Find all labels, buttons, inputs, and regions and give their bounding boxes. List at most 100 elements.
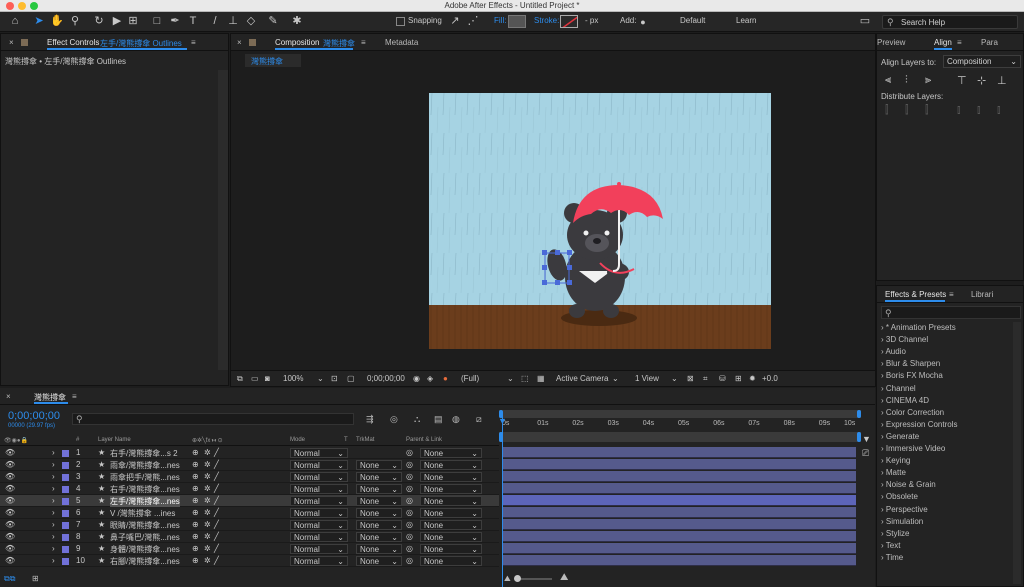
expand-chevron-icon[interactable]: › — [52, 448, 55, 457]
zoom-slider[interactable] — [514, 575, 552, 582]
current-time-indicator[interactable] — [502, 414, 503, 587]
region-of-interest-icon[interactable]: ⬚ — [521, 374, 529, 383]
work-area-bar[interactable] — [499, 410, 861, 418]
effects-category-item[interactable]: › Obsolete — [881, 492, 918, 501]
align-horizontal-center-icon[interactable]: ⫶ — [905, 74, 908, 87]
graph-editor-icon[interactable]: ⧄ — [476, 414, 482, 425]
collapse-switch-icon[interactable]: ✲ — [204, 520, 211, 529]
eye-icon[interactable]: 👁 — [5, 496, 15, 505]
effects-category-item[interactable]: › Time — [881, 553, 903, 562]
layer-row[interactable]: 👁 › 6 ★ V /灣熊撐傘 ...ines ⊕ ✲ ╱ Normal ⌄ None ⌄ ◎ None ⌄ — [0, 507, 499, 519]
collapse-switch-icon[interactable]: ✲ — [204, 544, 211, 553]
workspace-default[interactable]: Default — [680, 16, 705, 25]
toggle-modes-icon[interactable]: ⊞ — [32, 574, 39, 583]
type-tool-icon[interactable]: T — [186, 14, 200, 28]
motion-blur-icon[interactable]: ◍ — [452, 414, 460, 425]
layer-label-color[interactable] — [62, 546, 69, 553]
layer-row[interactable]: 👁 › 1 ★ 右手/灣熊撐傘...s 2 ⊕ ✲ ╱ Normal ⌄ ◎ None ⌄ — [0, 447, 499, 459]
layer-duration-bar[interactable] — [502, 447, 856, 458]
layer-name[interactable]: 雨傘把手/灣熊...nes — [110, 472, 180, 483]
panel-menu-icon[interactable]: ≡ — [191, 38, 196, 47]
layer-name[interactable]: 雨傘/灣熊撐傘...nes — [110, 460, 180, 471]
layer-duration-bar[interactable] — [502, 471, 856, 482]
shy-switch-icon[interactable]: ⊕ — [192, 484, 199, 493]
layer-label-color[interactable] — [62, 498, 69, 505]
quality-switch-icon[interactable]: ╱ — [214, 484, 219, 493]
layer-row[interactable]: 👁 › 10 ★ 右腳/灣熊撐傘...nes ⊕ ✲ ╱ Normal ⌄ None ⌄ ◎ None ⌄ — [0, 555, 499, 567]
monitor-icon[interactable]: ▭ — [251, 374, 259, 383]
layer-row[interactable]: 👁 › 7 ★ 眼睛/灣熊撐傘...nes ⊕ ✲ ╱ Normal ⌄ None ⌄ ◎ None ⌄ — [0, 519, 499, 531]
shy-switch-icon[interactable]: ⊕ — [192, 460, 199, 469]
eye-icon[interactable]: 👁 — [5, 556, 15, 565]
selection-tool-icon[interactable]: ➤ — [32, 14, 46, 28]
shy-switch-icon[interactable]: ⊕ — [192, 508, 199, 517]
shy-switch-icon[interactable]: ⊕ — [192, 448, 199, 457]
magnification-value[interactable]: 100% — [283, 374, 303, 383]
comp-marker-icon[interactable]: ▼ — [862, 434, 871, 444]
add-menu-icon[interactable]: ● — [636, 15, 650, 29]
layer-duration-bar[interactable] — [502, 507, 856, 518]
effects-category-item[interactable]: › Immersive Video — [881, 444, 945, 453]
layer-label-color[interactable] — [62, 534, 69, 541]
pen-tool-icon[interactable]: ✒ — [168, 14, 182, 28]
navigator-end-handle[interactable] — [857, 432, 861, 442]
effects-category-item[interactable]: › 3D Channel — [881, 335, 928, 344]
collapse-switch-icon[interactable]: ✲ — [204, 460, 211, 469]
eye-icon[interactable]: 👁 — [5, 532, 15, 541]
layer-label-color[interactable] — [62, 474, 69, 481]
expand-chevron-icon[interactable]: › — [52, 532, 55, 541]
zoom-slider-thumb[interactable] — [514, 575, 521, 582]
distribute-left-icon[interactable]: ⫾ — [957, 104, 961, 117]
expand-chevron-icon[interactable]: › — [52, 544, 55, 553]
playhead-icon[interactable]: ▼ — [498, 416, 507, 426]
eraser-tool-icon[interactable]: ◇ — [244, 14, 258, 28]
zoom-in-icon[interactable]: ⛰ — [560, 572, 568, 583]
parent-dropdown[interactable]: None ⌄ — [420, 448, 482, 458]
camera-view-value[interactable]: Active Camera — [556, 374, 608, 383]
close-tab-icon[interactable]: × — [6, 392, 11, 401]
trkmat-dropdown[interactable]: None ⌄ — [356, 520, 402, 530]
eye-icon[interactable]: 👁 — [5, 520, 15, 529]
align-bottom-icon[interactable]: ⊥ — [997, 74, 1007, 87]
effects-category-item[interactable]: › Stylize — [881, 529, 909, 538]
layer-row[interactable]: 👁 › 5 ★ 左手/灣熊撐傘...nes ⊕ ✲ ╱ Normal ⌄ None ⌄ ◎ None ⌄ — [0, 495, 499, 507]
grid-icon[interactable]: ⊡ — [331, 374, 338, 383]
mode-dropdown[interactable]: Normal ⌄ — [290, 472, 348, 482]
snap-options-icon[interactable]: ↗ — [448, 14, 462, 28]
align-right-icon[interactable]: ⫸ — [925, 74, 931, 87]
panel-menu-icon[interactable]: ≡ — [949, 290, 954, 299]
stroke-width-value[interactable]: - px — [585, 16, 598, 25]
mode-dropdown[interactable]: Normal ⌄ — [290, 484, 348, 494]
frame-blending-icon[interactable]: ▤ — [434, 414, 443, 425]
hand-tool-icon[interactable]: ✋ — [50, 14, 64, 28]
effects-category-item[interactable]: › Matte — [881, 468, 906, 477]
tab-effect-controls[interactable]: Effect Controls — [47, 38, 99, 47]
snap-edges-icon[interactable]: ⋰ — [466, 14, 480, 28]
home-icon[interactable]: ⌂ — [8, 14, 22, 28]
layer-label-color[interactable] — [62, 486, 69, 493]
effects-search-input[interactable]: ⚲ — [881, 306, 1021, 319]
brush-tool-icon[interactable]: / — [208, 14, 222, 28]
expand-chevron-icon[interactable]: › — [52, 460, 55, 469]
expand-chevron-icon[interactable]: › — [52, 484, 55, 493]
camera-tool-icon[interactable]: ▶ — [110, 14, 124, 28]
eye-icon[interactable]: 👁 — [5, 472, 15, 481]
mode-dropdown[interactable]: Normal ⌄ — [290, 556, 348, 566]
shy-switch-icon[interactable]: ⊕ — [192, 472, 199, 481]
collapse-switch-icon[interactable]: ✲ — [204, 484, 211, 493]
timeline-search-input[interactable]: ⚲ — [72, 413, 354, 425]
pick-whip-icon[interactable]: ◎ — [406, 460, 413, 469]
layer-duration-bar[interactable] — [502, 495, 856, 506]
parent-dropdown[interactable]: None ⌄ — [420, 508, 482, 518]
layer-row[interactable]: 👁 › 8 ★ 鼻子嘴巴/灣熊...nes ⊕ ✲ ╱ Normal ⌄ None ⌄ ◎ None ⌄ — [0, 531, 499, 543]
shy-switch-icon[interactable]: ⊕ — [192, 544, 199, 553]
collapse-switch-icon[interactable]: ✲ — [204, 448, 211, 457]
trkmat-dropdown[interactable]: None ⌄ — [356, 508, 402, 518]
resolution-value[interactable]: (Full) — [461, 374, 479, 383]
view-layout-value[interactable]: 1 View — [635, 374, 659, 383]
shy-layers-icon[interactable]: ⛬ — [414, 414, 420, 425]
distribute-top-icon[interactable]: ⫿ — [885, 104, 889, 117]
panel-menu-icon[interactable]: ≡ — [361, 38, 366, 47]
pixel-aspect-icon[interactable]: ⊠ — [687, 374, 694, 383]
quality-switch-icon[interactable]: ╱ — [214, 508, 219, 517]
